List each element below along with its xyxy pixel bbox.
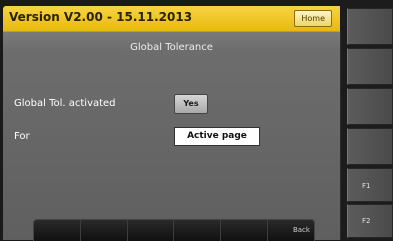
softkey-3[interactable] [128,220,175,241]
machine-screen: Version V2.00 - 15.11.2013 Home Global T… [0,0,393,241]
home-button[interactable]: Home [294,10,332,27]
f2-key[interactable]: F2 [347,204,393,238]
side-key-panel: F1 F2 [341,0,393,240]
for-scope-select[interactable]: Active page [174,127,260,146]
softkey-5[interactable] [221,220,269,241]
title-bar: Version V2.00 - 15.11.2013 Home [3,6,340,31]
softkey-2[interactable] [81,220,128,241]
global-tol-toggle-button[interactable]: Yes [174,94,208,114]
version-label: Version V2.00 - 15.11.2013 [9,10,193,24]
for-label: For [14,131,30,142]
side-key-2[interactable] [347,48,393,85]
softkey-4[interactable] [174,220,222,241]
softkey-1[interactable] [34,220,81,241]
page-title: Global Tolerance [130,42,213,53]
f2-key-label: F2 [362,217,371,225]
f1-key[interactable]: F1 [347,168,393,202]
side-key-1[interactable] [347,8,393,45]
global-tol-label: Global Tol. activated [14,98,116,109]
back-softkey[interactable]: Back [268,220,314,241]
side-key-4[interactable] [347,128,393,165]
softkey-bar: Back [33,219,315,241]
side-key-3[interactable] [347,88,393,125]
f1-key-label: F1 [362,182,371,190]
main-panel: Global Tolerance Global Tol. activated Y… [3,31,341,241]
